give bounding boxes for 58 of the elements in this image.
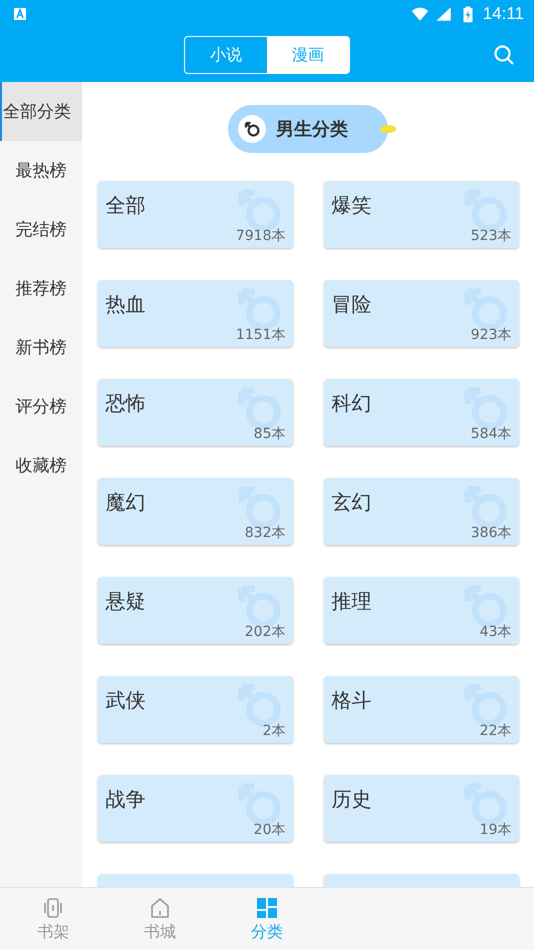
category-card[interactable]: 战争 20本 [98,775,292,842]
male-icon [243,120,261,138]
category-card[interactable]: 武侠 2本 [98,676,292,743]
book-count: 7918本 [236,227,286,245]
signal-icon [434,5,453,23]
category-name: 玄幻 [332,489,372,516]
app-icon [14,8,26,20]
book-count: 1151本 [236,326,286,344]
category-name: 全部 [106,192,146,219]
book-count: 22本 [480,722,512,740]
section-title: 男生分类 [276,118,348,141]
category-card[interactable]: 热血 1151本 [98,280,292,347]
category-name: 科幻 [332,390,372,417]
category-name: 战争 [106,786,146,813]
category-name: 恐怖 [106,390,146,417]
book-count: 923本 [470,326,512,344]
category-name: 热血 [106,291,146,318]
category-name: 爆笑 [332,192,372,219]
category-card[interactable]: 格斗 22本 [324,676,518,743]
book-count: 20本 [254,821,286,839]
sidebar-item[interactable]: 收藏榜 [0,436,82,495]
category-card[interactable]: 魔幻 832本 [98,478,292,545]
book-count: 202本 [244,623,286,641]
category-name: 悬疑 [106,588,146,615]
category-card[interactable]: 历史 19本 [324,775,518,842]
book-count: 19本 [480,821,512,839]
category-name: 历史 [332,786,372,813]
category-card[interactable]: 悬疑 202本 [98,577,292,644]
sidebar-item[interactable]: 全部分类 [0,82,82,141]
category-card[interactable]: 恐怖 85本 [98,379,292,446]
clock-time: 14:11 [482,4,524,24]
sidebar-item[interactable]: 完结榜 [0,200,82,259]
category-card[interactable]: 冒险 923本 [324,280,518,347]
indicator-dot [380,125,396,133]
category-card[interactable]: 推理 43本 [324,577,518,644]
category-name: 武侠 [106,687,146,714]
sidebar-item[interactable]: 评分榜 [0,377,82,436]
book-count: 43本 [480,623,512,641]
sidebar-item[interactable]: 最热榜 [0,141,82,200]
category-name: 魔幻 [106,489,146,516]
category-card[interactable]: 全部 7918本 [98,181,292,248]
book-count: 584本 [470,425,512,443]
category-card[interactable]: 玄幻 386本 [324,478,518,545]
book-count: 832本 [244,524,286,542]
wifi-icon [410,5,429,23]
book-count: 523本 [470,227,512,245]
category-name: 推理 [332,588,372,615]
category-name: 格斗 [332,687,372,714]
category-card[interactable]: 爆笑 523本 [324,181,518,248]
search-icon[interactable] [492,43,516,67]
category-name: 冒险 [332,291,372,318]
book-count: 85本 [254,425,286,443]
book-count: 386本 [470,524,512,542]
sidebar-item[interactable]: 新书榜 [0,318,82,377]
category-card[interactable]: 科幻 584本 [324,379,518,446]
grid-icon [254,896,279,920]
book-count: 2本 [262,722,286,740]
sidebar-item[interactable]: 推荐榜 [0,259,82,318]
